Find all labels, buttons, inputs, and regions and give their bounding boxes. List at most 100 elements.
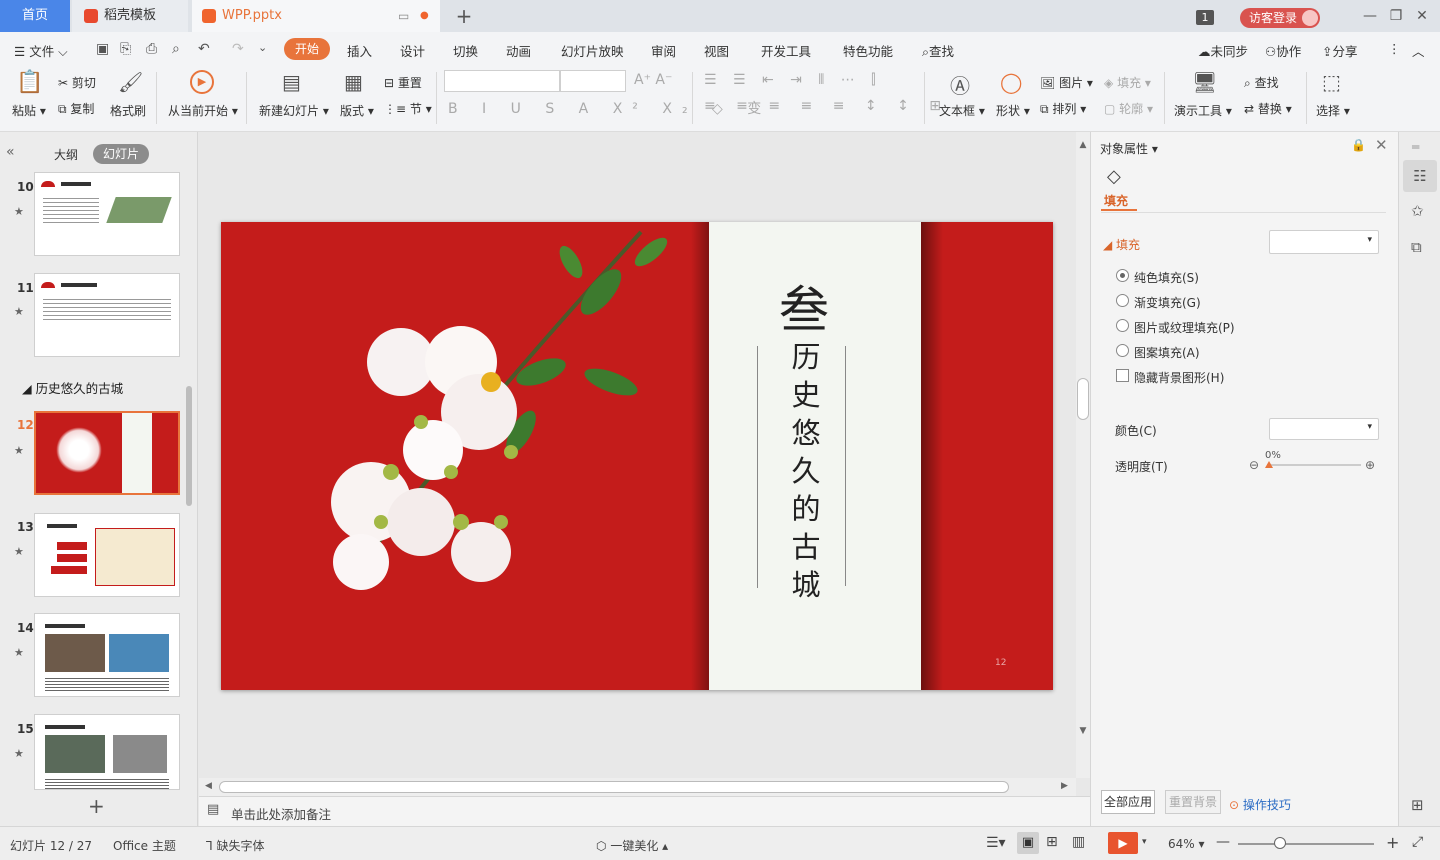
- gradient-fill-radio[interactable]: [1116, 294, 1129, 307]
- tab-slideshow[interactable]: 幻灯片放映: [561, 41, 624, 60]
- canvas-horizontal-scrollbar[interactable]: ◀ ▶: [199, 778, 1076, 796]
- tab-document[interactable]: WPP.pptx ▭ ●: [192, 0, 440, 32]
- slide-title[interactable]: 历 史 悠 久 的 古 城: [783, 338, 829, 604]
- reset-bg-button[interactable]: 重置背景: [1165, 790, 1221, 814]
- zoom-in-icon[interactable]: +: [1386, 833, 1399, 852]
- font-size-field[interactable]: [560, 70, 626, 92]
- animation-icon[interactable]: ✩: [1411, 202, 1424, 220]
- preview-icon[interactable]: ⌕: [172, 41, 180, 57]
- find-button[interactable]: ⌕ 查找: [1244, 74, 1279, 91]
- paste-button[interactable]: 粘贴 ▾: [12, 102, 46, 119]
- shape-icon[interactable]: ◯: [1000, 70, 1022, 94]
- undo-icon[interactable]: ↶: [198, 41, 210, 57]
- grid-icon[interactable]: ⊞: [1411, 796, 1424, 814]
- slide-thumbnail-12[interactable]: [34, 411, 180, 495]
- visitor-login-button[interactable]: 访客登录: [1240, 8, 1320, 28]
- tab-view[interactable]: 视图: [704, 41, 729, 60]
- tab-start[interactable]: 开始: [284, 38, 330, 60]
- slide-thumbnail-13[interactable]: [34, 513, 180, 597]
- collab-button[interactable]: ⚇协作: [1265, 41, 1301, 60]
- scroll-up-icon[interactable]: ▲: [1076, 140, 1090, 150]
- transition-icon[interactable]: ⧉: [1411, 238, 1422, 256]
- select-icon[interactable]: ⬚: [1322, 70, 1341, 94]
- slide-thumbnail-14[interactable]: [34, 613, 180, 697]
- picture-button[interactable]: 🖼 图片 ▾: [1040, 74, 1093, 91]
- fill-section-header[interactable]: ◢ 填充: [1103, 236, 1140, 253]
- properties-icon[interactable]: ☷: [1403, 160, 1437, 192]
- tab-fill[interactable]: 填充: [1104, 192, 1128, 209]
- sync-status[interactable]: ☁未同步: [1198, 41, 1248, 60]
- slide-thumbnail-10[interactable]: [34, 172, 180, 256]
- arrange-button[interactable]: ⧉ 排列 ▾: [1040, 100, 1086, 117]
- canvas-vertical-scrollbar[interactable]: ▲ ▼: [1076, 132, 1090, 778]
- picture-fill-radio[interactable]: [1116, 319, 1129, 332]
- color-dropdown[interactable]: ▾: [1269, 418, 1379, 440]
- fill-button[interactable]: ◈ 填充 ▾: [1104, 74, 1151, 91]
- tab-template[interactable]: 稻壳模板: [72, 0, 188, 32]
- tab-review[interactable]: 审阅: [651, 41, 676, 60]
- tab-slides[interactable]: 幻灯片: [93, 144, 149, 164]
- fill-bucket-icon[interactable]: ◇: [1107, 166, 1121, 187]
- tab-design[interactable]: 设计: [400, 41, 425, 60]
- solid-fill-radio[interactable]: [1116, 269, 1129, 282]
- gradient-fill-label[interactable]: 渐变填充(G): [1134, 294, 1201, 311]
- window-count-badge[interactable]: 1: [1196, 10, 1214, 25]
- slide-numeral[interactable]: 叁: [779, 270, 829, 342]
- share-button[interactable]: ⇪分享: [1322, 41, 1358, 60]
- apply-all-button[interactable]: 全部应用: [1101, 790, 1155, 814]
- chevron-down-icon[interactable]: ▾: [1142, 837, 1147, 847]
- shape-button[interactable]: 形状 ▾: [996, 102, 1030, 119]
- new-slide-icon[interactable]: ▤: [282, 70, 301, 94]
- layout-icon[interactable]: ▦: [344, 70, 363, 94]
- solid-fill-label[interactable]: 纯色填充(S): [1134, 269, 1199, 286]
- slide-panel-scrollbar[interactable]: [186, 386, 192, 506]
- section-header[interactable]: ◢ 历史悠久的古城: [22, 378, 123, 397]
- transparency-slider[interactable]: [1267, 464, 1361, 466]
- tab-insert[interactable]: 插入: [347, 41, 372, 60]
- search-button[interactable]: ⌕查找: [922, 41, 954, 60]
- tab-home[interactable]: 首页: [0, 0, 70, 32]
- play-slideshow-button[interactable]: ▶: [1108, 832, 1138, 854]
- fill-type-dropdown[interactable]: ▾: [1269, 230, 1379, 254]
- slide[interactable]: 叁 历 史 悠 久 的 古 城 12: [221, 222, 1053, 690]
- scroll-thumb[interactable]: [1077, 378, 1089, 420]
- missing-font-button[interactable]: Ꞁ 缺失字体: [206, 837, 265, 854]
- scroll-left-icon[interactable]: ◀: [205, 781, 212, 791]
- present-tool-icon[interactable]: 🖥: [1192, 70, 1217, 94]
- paste-icon[interactable]: 📋: [16, 70, 43, 95]
- tab-special[interactable]: 特色功能: [843, 41, 893, 60]
- minimize-icon[interactable]: —: [1360, 6, 1380, 26]
- textbox-button[interactable]: 文本框 ▾: [939, 102, 985, 119]
- slide-thumbnail-15[interactable]: [34, 714, 180, 790]
- new-slide-button[interactable]: 新建幻灯片 ▾: [259, 102, 329, 119]
- new-tab-button[interactable]: +: [452, 0, 476, 32]
- tab-developer[interactable]: 开发工具: [761, 41, 811, 60]
- redo-icon[interactable]: ↷: [232, 41, 244, 57]
- beautify-button[interactable]: ⬡ 一键美化 ▴: [596, 837, 668, 854]
- close-icon[interactable]: ✕: [1412, 6, 1432, 26]
- list-format-icons[interactable]: ☰ ☰ ⇤ ⇥ ⫴ ⋯ ⫿: [704, 72, 882, 88]
- paragraph-align-icons[interactable]: ≡ ≡ ≡ ≡ ≡ ↕ ↕ ⊞: [704, 98, 949, 114]
- zoom-out-icon[interactable]: —: [1216, 834, 1230, 850]
- transparency-plus-icon[interactable]: ⊕: [1365, 458, 1375, 472]
- scroll-down-icon[interactable]: ▼: [1076, 726, 1090, 736]
- notes-area[interactable]: ▤ 单击此处添加备注: [199, 796, 1090, 826]
- tab-animation[interactable]: 动画: [506, 41, 531, 60]
- notes-toggle-icon[interactable]: ☰▾: [986, 835, 1006, 851]
- format-painter-icon[interactable]: 🖌: [118, 70, 143, 94]
- monitor-icon[interactable]: ▭: [398, 0, 409, 32]
- collapse-panel-icon[interactable]: «: [6, 144, 15, 160]
- font-name-field[interactable]: [444, 70, 560, 92]
- save-icon[interactable]: ▣: [96, 41, 109, 57]
- present-tool-button[interactable]: 演示工具 ▾: [1174, 102, 1232, 119]
- restore-icon[interactable]: ❐: [1386, 6, 1406, 26]
- select-button[interactable]: 选择 ▾: [1316, 102, 1350, 119]
- tips-link[interactable]: ⊙ 操作技巧: [1229, 796, 1291, 813]
- cut-button[interactable]: ✂ 剪切: [58, 74, 96, 91]
- file-menu[interactable]: ☰ 文件 ⌵: [14, 41, 68, 60]
- scroll-thumb[interactable]: [219, 781, 1009, 793]
- tab-transition[interactable]: 切换: [453, 41, 478, 60]
- reset-button[interactable]: ⊟ 重置: [384, 74, 422, 91]
- section-button[interactable]: ⋮≡ 节 ▾: [384, 100, 432, 117]
- transparency-slider-handle[interactable]: [1265, 461, 1273, 468]
